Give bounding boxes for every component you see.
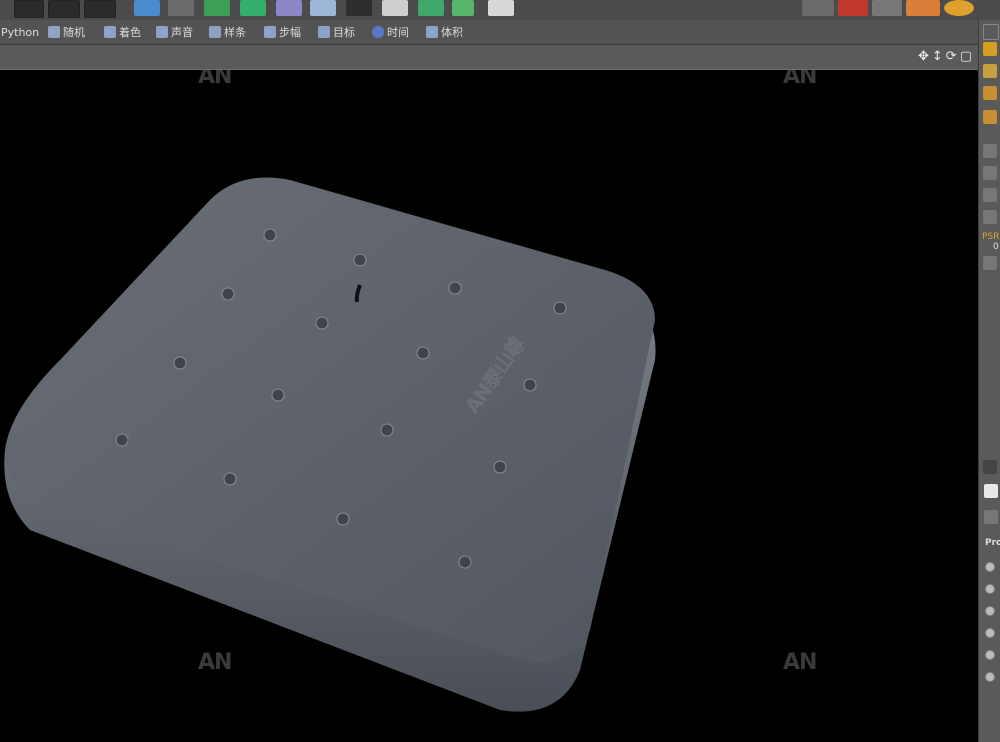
right-side-panel: PSR 0 Pro: [978, 20, 1000, 742]
paint-icon[interactable]: [983, 64, 997, 78]
properties-label: Pro: [985, 538, 1000, 548]
bend-icon[interactable]: [168, 0, 194, 16]
gear-icon[interactable]: [983, 110, 997, 124]
volume-icon: [426, 26, 438, 38]
radio-2[interactable]: [985, 584, 995, 594]
menu-target[interactable]: 目标: [318, 23, 355, 41]
bars-icon[interactable]: [983, 42, 997, 56]
menu-sound[interactable]: 声音: [156, 23, 193, 41]
render-active-button[interactable]: [48, 0, 80, 18]
layout-icon[interactable]: [488, 0, 514, 16]
render-view-button[interactable]: [14, 0, 44, 18]
light-icon[interactable]: [382, 0, 408, 16]
spline-icon: [209, 26, 221, 38]
plugin-menubar: Python 随机 着色 声音 样条 步幅 目标 时间 体积: [0, 20, 1000, 45]
radio-5[interactable]: [985, 650, 995, 660]
3d-viewport[interactable]: AN AN AN AN AN泰山尊: [0, 70, 978, 742]
render-settings-button[interactable]: [84, 0, 116, 18]
menu-volume[interactable]: 体积: [426, 23, 463, 41]
shader-icon: [104, 26, 116, 38]
pen-icon[interactable]: [983, 24, 999, 40]
dots-icon[interactable]: [983, 86, 997, 100]
tag-icon[interactable]: [418, 0, 444, 16]
shield-icon[interactable]: [983, 144, 997, 158]
watermark-top-right: AN: [783, 70, 817, 89]
watermark-bottom-left: AN: [198, 650, 232, 675]
pin-icon[interactable]: [452, 0, 474, 16]
deformer-icon[interactable]: [276, 0, 302, 16]
scale-view-icon[interactable]: ↕: [932, 49, 943, 64]
viewport-header: ✥ ↕ ⟳ ▢: [0, 45, 978, 70]
rotate-view-icon[interactable]: ⟳: [946, 49, 957, 64]
watermark-bottom-right: AN: [783, 650, 817, 675]
target-icon: [318, 26, 330, 38]
snap-icon[interactable]: [802, 0, 834, 16]
maximize-view-icon[interactable]: ▢: [960, 49, 972, 64]
grid-icon[interactable]: [983, 166, 997, 180]
psr-value: 0: [993, 242, 999, 252]
menu-step[interactable]: 步幅: [264, 23, 301, 41]
shape-icon[interactable]: [983, 188, 997, 202]
nurbs-icon[interactable]: [204, 0, 230, 16]
material-preview[interactable]: [984, 484, 998, 498]
magnet-icon[interactable]: [872, 0, 902, 16]
menu-shader[interactable]: 着色: [104, 23, 141, 41]
star-icon[interactable]: [906, 0, 940, 16]
random-icon: [48, 26, 60, 38]
radio-1[interactable]: [985, 562, 995, 572]
radio-6[interactable]: [985, 672, 995, 682]
field-box[interactable]: [984, 510, 998, 524]
time-icon: [372, 26, 384, 38]
sound-icon: [156, 26, 168, 38]
menu-random[interactable]: 随机: [48, 23, 85, 41]
script-icon[interactable]: [944, 0, 974, 16]
swirl-icon[interactable]: [983, 210, 997, 224]
floor-icon[interactable]: [310, 0, 336, 16]
grid-small-icon[interactable]: [983, 460, 997, 474]
red-arrow-icon[interactable]: [838, 0, 868, 16]
viewport-nav: ✥ ↕ ⟳ ▢: [918, 49, 972, 64]
watermark-top-left: AN: [198, 70, 232, 89]
radio-4[interactable]: [985, 628, 995, 638]
mograph-icon[interactable]: [240, 0, 266, 16]
dots-grid-icon[interactable]: [983, 256, 997, 270]
main-toolbar: [0, 0, 1000, 20]
move-view-icon[interactable]: ✥: [918, 49, 929, 64]
menu-spline[interactable]: 样条: [209, 23, 246, 41]
menu-time[interactable]: 时间: [372, 23, 409, 41]
radio-3[interactable]: [985, 606, 995, 616]
cube-icon[interactable]: [134, 0, 160, 16]
camera-icon[interactable]: [346, 0, 372, 16]
psr-label: PSR: [982, 232, 1000, 242]
step-icon: [264, 26, 276, 38]
menu-python[interactable]: Python: [1, 23, 39, 41]
